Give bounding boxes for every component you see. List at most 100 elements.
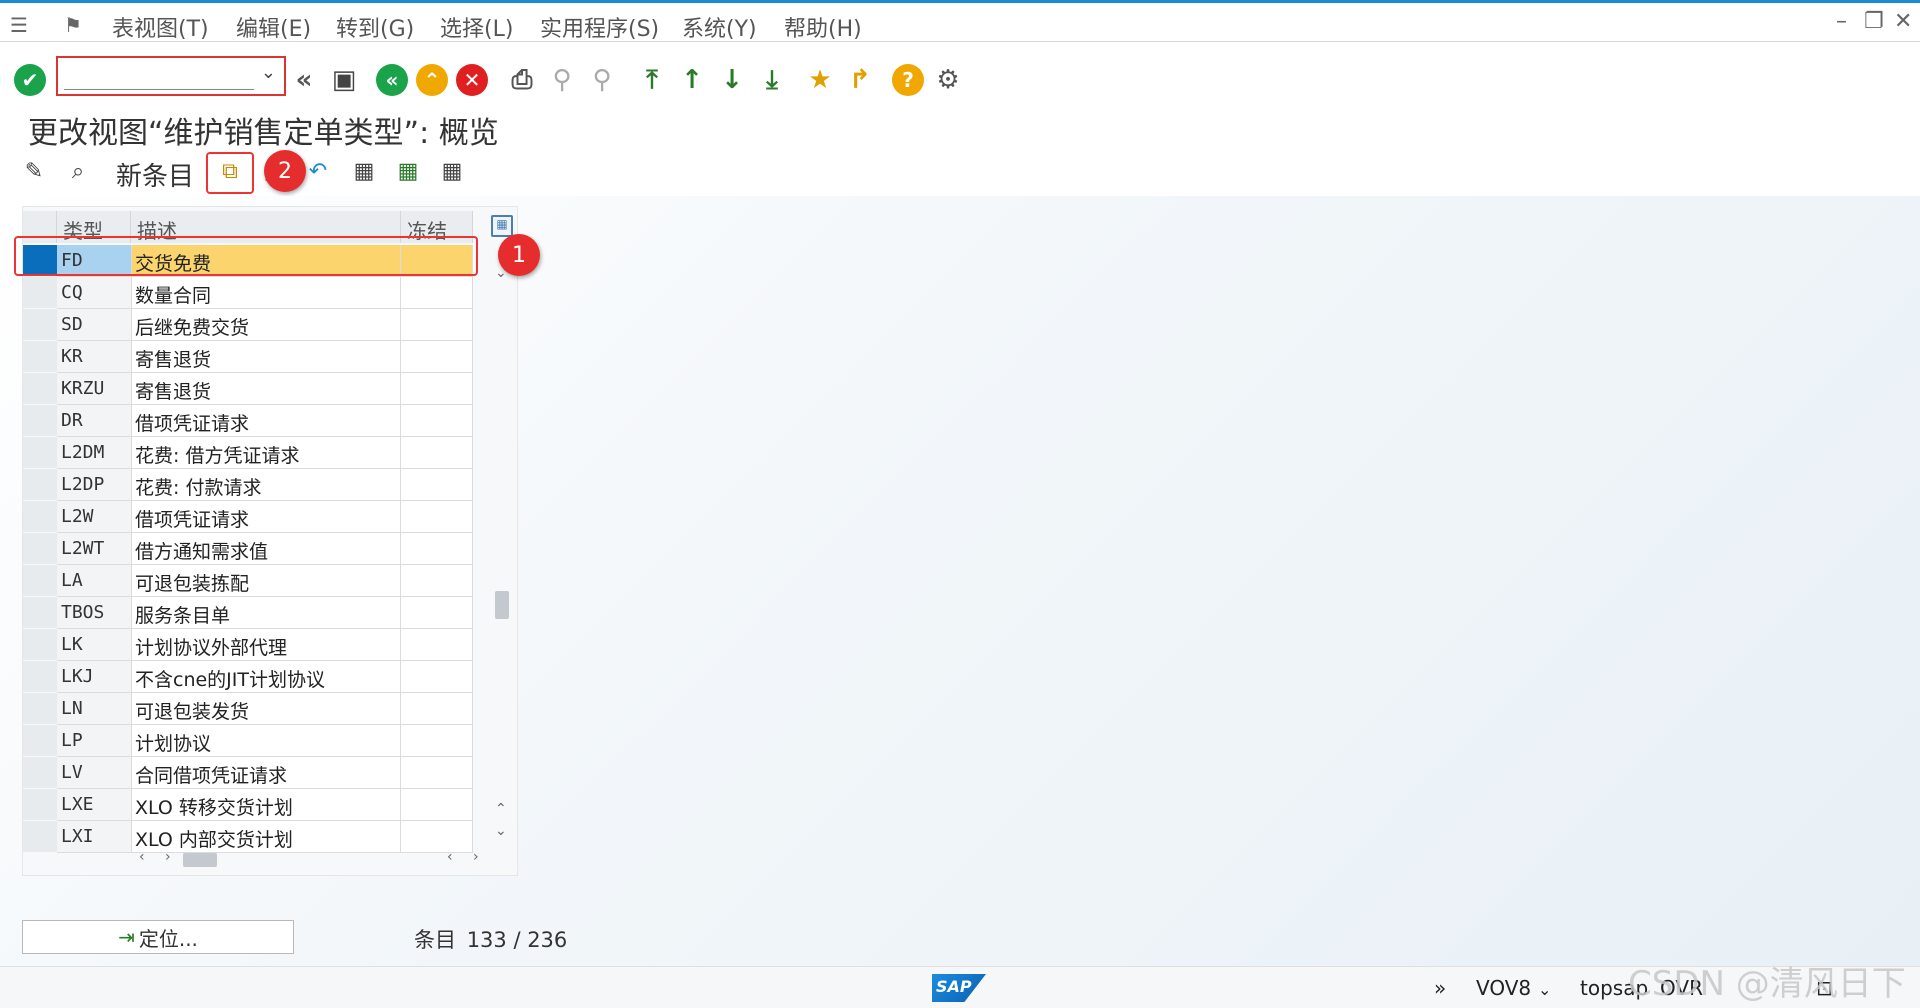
restore-icon[interactable]: ❐: [1864, 9, 1884, 34]
first-page-icon[interactable]: ⤒: [634, 62, 670, 98]
cell-frozen[interactable]: [401, 661, 473, 693]
table-row[interactable]: LXI XLO 内部交货计划: [23, 821, 473, 853]
table-row[interactable]: TBOS 服务条目单: [23, 597, 473, 629]
scroll-thumb[interactable]: [495, 591, 509, 619]
find-icon[interactable]: ⚲: [544, 62, 580, 98]
cell-description[interactable]: 借项凭证请求: [131, 501, 401, 533]
print-icon[interactable]: ⎙: [504, 62, 540, 98]
cell-frozen[interactable]: [401, 501, 473, 533]
menu-selection[interactable]: 选择(L): [440, 11, 513, 43]
row-selector[interactable]: [23, 789, 57, 821]
column-settings-icon[interactable]: ▦: [491, 215, 513, 237]
row-selector[interactable]: [23, 725, 57, 757]
select-all-icon[interactable]: ▦: [346, 154, 382, 188]
table-row[interactable]: LKJ 不含cne的JIT计划协议: [23, 661, 473, 693]
row-selector[interactable]: [23, 309, 57, 341]
row-selector[interactable]: [23, 437, 57, 469]
locate-button[interactable]: ⇥ 定位...: [22, 920, 294, 954]
cell-frozen[interactable]: [401, 789, 473, 821]
settings-icon[interactable]: ⚙: [930, 62, 966, 98]
cell-frozen[interactable]: [401, 757, 473, 789]
table-row[interactable]: SD 后继免费交货: [23, 309, 473, 341]
save-icon[interactable]: ▣: [326, 62, 362, 98]
previous-page-icon[interactable]: ↑: [674, 62, 710, 98]
menu-goto[interactable]: 转到(G): [336, 11, 414, 43]
cell-description[interactable]: 花费: 借方凭证请求: [131, 437, 401, 469]
table-row[interactable]: L2DM 花费: 借方凭证请求: [23, 437, 473, 469]
row-selector[interactable]: [23, 565, 57, 597]
select-block-icon[interactable]: ▦: [390, 154, 426, 188]
shortcut-icon[interactable]: ↱: [842, 62, 878, 98]
help-icon[interactable]: ?: [892, 64, 924, 96]
table-row[interactable]: LXE XLO 转移交货计划: [23, 789, 473, 821]
table-row[interactable]: KR 寄售退货: [23, 341, 473, 373]
cell-frozen[interactable]: [401, 405, 473, 437]
row-selector[interactable]: [23, 661, 57, 693]
menu-help[interactable]: 帮助(H): [784, 11, 862, 43]
table-row[interactable]: DR 借项凭证请求: [23, 405, 473, 437]
cancel-icon[interactable]: ✕: [456, 64, 488, 96]
row-selector[interactable]: [23, 693, 57, 725]
cell-description[interactable]: 寄售退货: [131, 373, 401, 405]
table-row[interactable]: CQ 数量合同: [23, 277, 473, 309]
row-selector[interactable]: [23, 501, 57, 533]
last-page-icon[interactable]: ⤓: [754, 62, 790, 98]
menu-utilities[interactable]: 实用程序(S): [540, 11, 659, 43]
cell-description[interactable]: 借项凭证请求: [131, 405, 401, 437]
display-change-icon[interactable]: ✎: [16, 154, 52, 188]
row-selector[interactable]: [23, 277, 57, 309]
cell-frozen[interactable]: [401, 309, 473, 341]
row-selector[interactable]: [23, 405, 57, 437]
back-icon[interactable]: «: [376, 64, 408, 96]
row-selector[interactable]: [23, 757, 57, 789]
scroll-down-bottom-icon[interactable]: ⌄: [495, 823, 507, 839]
cell-frozen[interactable]: [401, 341, 473, 373]
next-page-icon[interactable]: ↓: [714, 62, 750, 98]
vertical-scrollbar[interactable]: ⌃ ⌄ ⌃ ⌄: [493, 243, 513, 843]
cell-description[interactable]: 可退包装拣配: [131, 565, 401, 597]
table-row[interactable]: LK 计划协议外部代理: [23, 629, 473, 661]
row-selector[interactable]: [23, 533, 57, 565]
cell-description[interactable]: 花费: 付款请求: [131, 469, 401, 501]
table-row[interactable]: LA 可退包装拣配: [23, 565, 473, 597]
menu-system[interactable]: 系统(Y): [682, 11, 757, 43]
table-row[interactable]: LN 可退包装发货: [23, 693, 473, 725]
table-detail-icon[interactable]: ⌕: [60, 154, 96, 188]
close-window-icon[interactable]: ✕: [1894, 9, 1912, 34]
cell-description[interactable]: 数量合同: [131, 277, 401, 309]
cell-frozen[interactable]: [401, 693, 473, 725]
cell-description[interactable]: 计划协议: [131, 725, 401, 757]
scroll-left-frozen-icon[interactable]: ‹: [447, 849, 453, 871]
cell-frozen[interactable]: [401, 533, 473, 565]
menu-toggle-icon[interactable]: ☰: [10, 13, 28, 37]
table-row[interactable]: LP 计划协议: [23, 725, 473, 757]
cell-description[interactable]: 寄售退货: [131, 341, 401, 373]
cell-description[interactable]: 借方通知需求值: [131, 533, 401, 565]
cell-description[interactable]: 计划协议外部代理: [131, 629, 401, 661]
transaction-dropdown-icon[interactable]: ⌄: [1538, 980, 1551, 999]
row-selector[interactable]: [23, 597, 57, 629]
cell-frozen[interactable]: [401, 437, 473, 469]
cell-description[interactable]: XLO 内部交货计划: [131, 821, 401, 853]
row-selector[interactable]: [23, 821, 57, 853]
cell-frozen[interactable]: [401, 821, 473, 853]
minimize-icon[interactable]: –: [1836, 9, 1847, 34]
status-expand-icon[interactable]: »: [1434, 976, 1446, 1000]
cell-frozen[interactable]: [401, 725, 473, 757]
row-selector[interactable]: [23, 373, 57, 405]
exit-icon[interactable]: ⌃: [416, 64, 448, 96]
cell-description[interactable]: 后继免费交货: [131, 309, 401, 341]
cell-description[interactable]: 不含cne的JIT计划协议: [131, 661, 401, 693]
cell-frozen[interactable]: [401, 469, 473, 501]
cell-description[interactable]: 可退包装发货: [131, 693, 401, 725]
sap-menu-icon[interactable]: ⚑: [64, 13, 82, 37]
deselect-all-icon[interactable]: ▦: [434, 154, 470, 188]
table-row[interactable]: L2DP 花费: 付款请求: [23, 469, 473, 501]
menu-edit[interactable]: 编辑(E): [236, 11, 311, 43]
chevron-down-icon[interactable]: ⌄: [261, 62, 276, 83]
cell-frozen[interactable]: [401, 373, 473, 405]
table-row[interactable]: L2W 借项凭证请求: [23, 501, 473, 533]
horizontal-scroll-thumb[interactable]: [183, 853, 217, 867]
cell-frozen[interactable]: [401, 629, 473, 661]
cell-description[interactable]: XLO 转移交货计划: [131, 789, 401, 821]
